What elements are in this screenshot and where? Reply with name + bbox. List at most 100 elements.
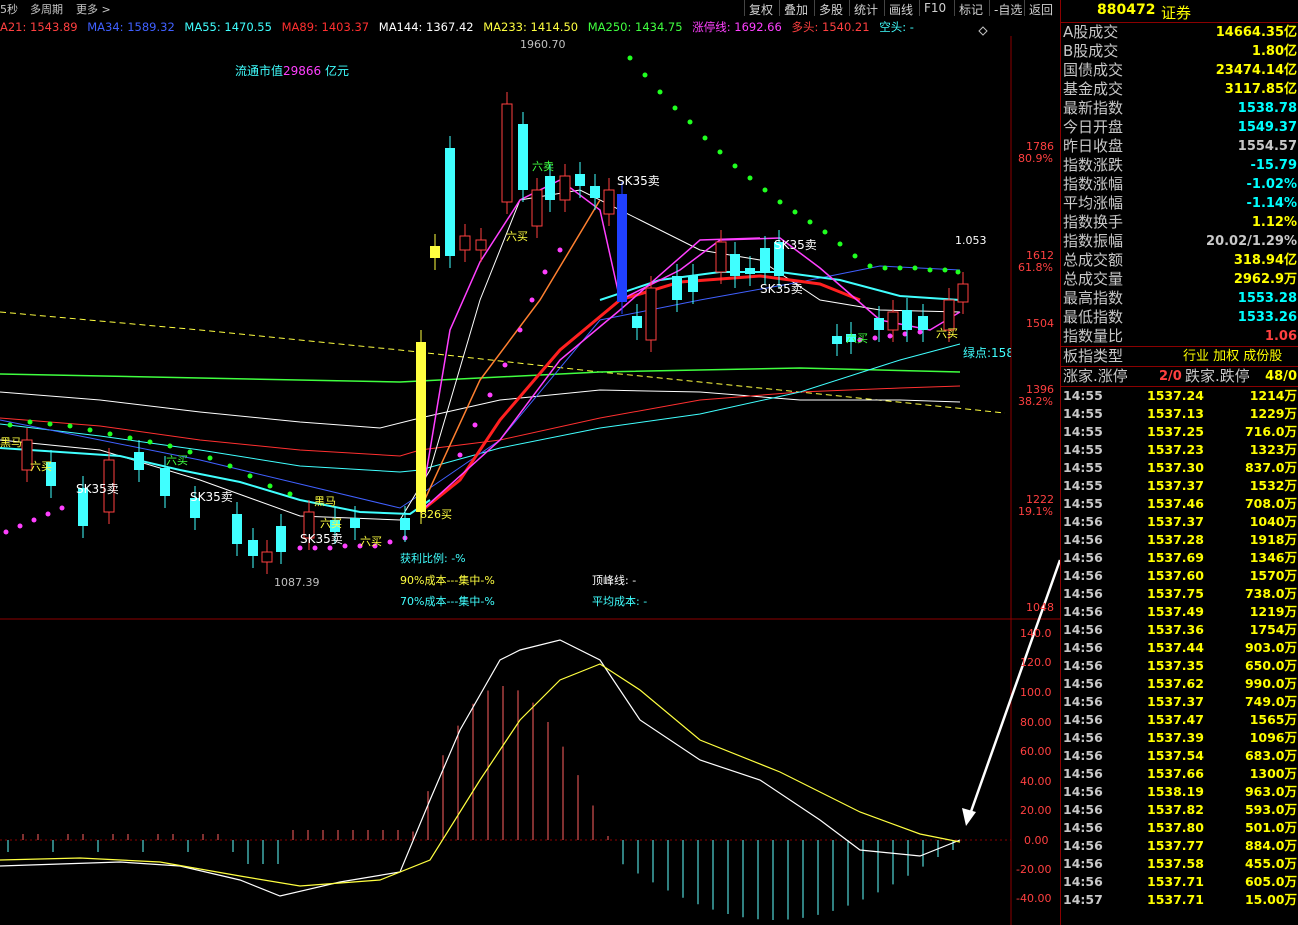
macd-histogram xyxy=(7,686,954,920)
board-type-row: 板指类型 行业 加权 成份股 xyxy=(1061,347,1298,367)
tick-price: 1537.66 xyxy=(1147,766,1204,781)
tick-row: 14:56 1537.62 990.0万 xyxy=(1061,675,1298,693)
profit-ratio: 获利比例: -% xyxy=(400,552,466,565)
market-cap: 流通市值29866 亿元 xyxy=(235,62,349,79)
tick-volume: 1219万 xyxy=(1249,604,1297,619)
mark-button[interactable]: 标记 xyxy=(954,0,987,17)
back-button[interactable]: 返回 xyxy=(1024,0,1057,17)
tick-price: 1537.46 xyxy=(1147,496,1204,511)
stat-value: 1553.28 xyxy=(1237,291,1297,306)
signal-label: 六买 xyxy=(936,327,958,340)
stat-label: 基金成交 xyxy=(1063,80,1124,98)
tick-row: 14:56 1537.28 1918万 xyxy=(1061,531,1298,549)
favorites-button[interactable]: -自选 xyxy=(989,0,1026,17)
low-price-label: 1087.39 xyxy=(274,576,320,589)
tick-row: 14:55 1537.13 1229万 xyxy=(1061,405,1298,423)
tick-time: 14:57 xyxy=(1063,892,1103,907)
tick-volume: 15.00万 xyxy=(1244,892,1297,907)
candle-body xyxy=(475,239,487,251)
tick-price: 1537.71 xyxy=(1147,874,1204,889)
tick-volume: 990.0万 xyxy=(1244,676,1297,691)
tick-time: 14:56 xyxy=(1063,748,1103,763)
stat-label: A股成交 xyxy=(1063,23,1119,41)
stat-label: 指数涨幅 xyxy=(1063,175,1124,193)
tick-price: 1537.71 xyxy=(1147,892,1204,907)
signal-label: 六买 xyxy=(166,454,188,467)
more-menu[interactable]: 更多 > xyxy=(76,1,111,17)
stat-row: 基金成交 3117.85亿 xyxy=(1061,80,1298,99)
stat-row: 最新指数 1538.78 xyxy=(1061,99,1298,118)
limit-line xyxy=(419,179,961,511)
stat-label: 总成交量 xyxy=(1063,270,1124,288)
stat-label: 指数量比 xyxy=(1063,327,1124,345)
macd-tick: -40.00 xyxy=(1016,892,1052,905)
candle-body xyxy=(918,316,928,330)
candle-body xyxy=(445,148,455,256)
stat-value: 1.12% xyxy=(1251,215,1297,230)
candle-body xyxy=(430,246,440,258)
candle-body xyxy=(559,175,571,201)
period-5s[interactable]: 5秒 xyxy=(0,1,18,17)
stat-row: 国债成交 23474.14亿 xyxy=(1061,61,1298,80)
tick-time: 14:56 xyxy=(1063,532,1103,547)
f10-button[interactable]: F10 xyxy=(919,0,950,16)
statistics-button[interactable]: 统计 xyxy=(849,0,882,17)
tick-list[interactable]: 14:55 1537.24 1214万 14:55 1537.13 1229万 14… xyxy=(1061,387,1298,909)
tick-time: 14:56 xyxy=(1063,694,1103,709)
candle-body xyxy=(575,174,585,186)
tick-row: 14:56 1537.44 903.0万 xyxy=(1061,639,1298,657)
top-toolbar: 5秒 多周期 更多 > 复权 叠加 多股 统计 画线 F10 标记 -自选 返回 xyxy=(0,0,1060,18)
stat-row: 今日开盘 1549.37 xyxy=(1061,118,1298,137)
draw-line-button[interactable]: 画线 xyxy=(884,0,917,17)
tick-time: 14:56 xyxy=(1063,766,1103,781)
candle-body xyxy=(459,235,471,251)
tick-volume: 1565万 xyxy=(1249,712,1297,727)
candle-body xyxy=(276,526,286,552)
board-type-value: 行业 加权 成份股 xyxy=(1183,349,1283,364)
tick-volume: 1570万 xyxy=(1249,568,1297,583)
candle-body xyxy=(672,276,682,300)
tick-price: 1537.77 xyxy=(1147,838,1204,853)
candle-body xyxy=(603,189,615,215)
stat-label: 指数振幅 xyxy=(1063,232,1124,250)
candle-body xyxy=(632,316,642,328)
tick-time: 14:56 xyxy=(1063,640,1103,655)
kline-chart[interactable] xyxy=(0,0,1060,925)
restore-rights-button[interactable]: 复权 xyxy=(744,0,777,17)
candle-body xyxy=(160,468,170,496)
y-tick-pct: 38.2% xyxy=(1018,395,1053,408)
stat-label: 指数涨跌 xyxy=(1063,156,1124,174)
ma233-line xyxy=(0,311,1006,414)
overlay-button[interactable]: 叠加 xyxy=(779,0,812,17)
ratio-label: 1.053 xyxy=(955,234,987,247)
stat-row: 最高指数 1553.28 xyxy=(1061,289,1298,308)
stat-value: 1549.37 xyxy=(1237,120,1297,135)
macd-tick: 40.00 xyxy=(1020,775,1052,788)
tick-time: 14:55 xyxy=(1063,478,1103,493)
tick-price: 1537.82 xyxy=(1147,802,1204,817)
stat-value: 1.06 xyxy=(1264,329,1297,344)
multi-stock-button[interactable]: 多股 xyxy=(814,0,847,17)
stat-label: 昨日收盘 xyxy=(1063,137,1124,155)
y-tick: 1048 xyxy=(1026,601,1054,614)
tick-volume: 716.0万 xyxy=(1244,424,1297,439)
tick-row: 14:56 1537.37 749.0万 xyxy=(1061,693,1298,711)
tick-row: 14:56 1537.69 1346万 xyxy=(1061,549,1298,567)
candle-body xyxy=(531,189,543,227)
stat-row: 总成交额 318.94亿 xyxy=(1061,251,1298,270)
peak-line: 顶峰线: - xyxy=(592,574,637,587)
avg-cost: 平均成本: - xyxy=(592,595,648,608)
tick-time: 14:56 xyxy=(1063,712,1103,727)
tick-row: 14:55 1537.25 716.0万 xyxy=(1061,423,1298,441)
breadth-row: 涨家.涨停 2/0 跌家.跌停 48/0 xyxy=(1061,367,1298,387)
tick-price: 1537.37 xyxy=(1147,478,1204,493)
tick-volume: 1532万 xyxy=(1249,478,1297,493)
signal-label: 六买 xyxy=(30,460,52,473)
multi-period-menu[interactable]: 多周期 xyxy=(30,1,63,17)
tick-price: 1537.49 xyxy=(1147,604,1204,619)
tick-price: 1538.19 xyxy=(1147,784,1204,799)
candle-body xyxy=(902,310,912,330)
tick-time: 14:56 xyxy=(1063,676,1103,691)
candle-body xyxy=(645,287,657,341)
tick-volume: 501.0万 xyxy=(1244,820,1297,835)
